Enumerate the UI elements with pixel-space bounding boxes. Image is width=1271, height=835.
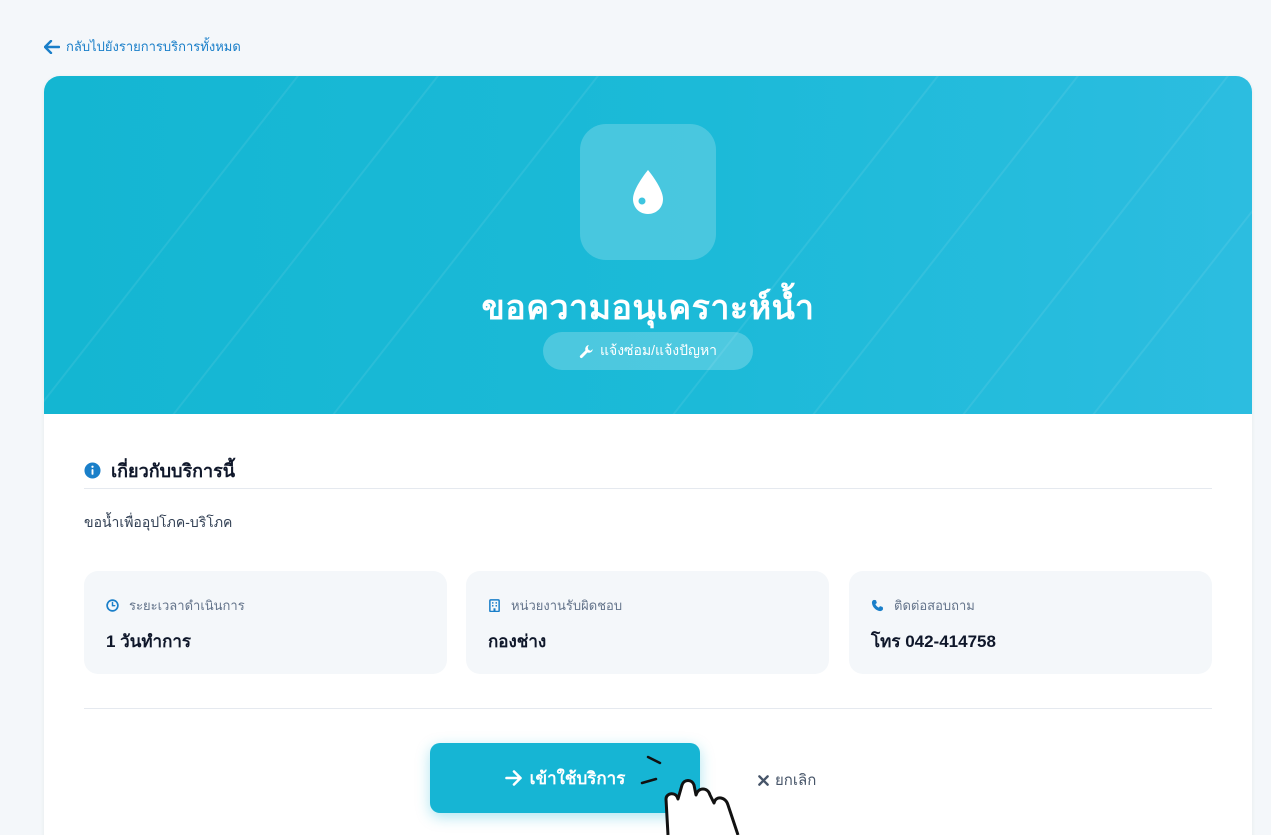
info-value-duration: 1 วันทำการ [106, 632, 192, 651]
category-label: แจ้งซ่อม/แจ้งปัญหา [599, 342, 718, 358]
info-circle-icon [84, 462, 101, 479]
water-drop-icon [633, 170, 663, 214]
service-description: ขอน้ำเพื่ออุปโภค-บริโภค [84, 514, 233, 530]
info-label-contact: ติดต่อสอบถาม [894, 598, 975, 613]
service-icon-tile [580, 124, 716, 260]
actions-divider [84, 708, 1212, 709]
info-box-department: หน่วยงานรับผิดชอบ กองช่าง [466, 571, 829, 674]
back-link[interactable]: กลับไปยังรายการบริการทั้งหมด [44, 36, 241, 57]
phone-icon [871, 599, 884, 612]
info-box-duration: ระยะเวลาดำเนินการ 1 วันทำการ [84, 571, 447, 674]
info-value-department: กองช่าง [488, 632, 547, 651]
arrow-right-icon [504, 770, 522, 786]
arrow-left-icon [44, 39, 60, 54]
page-title: ขอความอนุเคราะห์น้ำ [481, 289, 815, 327]
service-card: ขอความอนุเคราะห์น้ำ แจ้งซ่อม/แจ้งปัญหา เ… [44, 76, 1252, 835]
info-value-contact: โทร 042-414758 [871, 632, 996, 651]
use-service-label: เข้าใช้บริการ [529, 768, 626, 788]
use-service-button[interactable]: เข้าใช้บริการ [430, 743, 700, 813]
section-divider [84, 488, 1212, 489]
cancel-button[interactable]: ยกเลิก [758, 768, 816, 792]
about-heading: เกี่ยวกับบริการนี้ [84, 456, 235, 485]
back-link-label: กลับไปยังรายการบริการทั้งหมด [66, 39, 241, 54]
category-badge: แจ้งซ่อม/แจ้งปัญหา [543, 332, 753, 370]
clock-icon [106, 599, 119, 612]
info-label-duration: ระยะเวลาดำเนินการ [129, 598, 245, 613]
cancel-label: ยกเลิก [775, 772, 817, 789]
wrench-icon [579, 344, 593, 358]
info-box-contact: ติดต่อสอบถาม โทร 042-414758 [849, 571, 1212, 674]
about-heading-text: เกี่ยวกับบริการนี้ [111, 461, 236, 481]
close-icon [758, 774, 769, 786]
info-label-department: หน่วยงานรับผิดชอบ [511, 598, 623, 613]
building-icon [489, 599, 500, 612]
service-hero: ขอความอนุเคราะห์น้ำ แจ้งซ่อม/แจ้งปัญหา [44, 76, 1252, 414]
